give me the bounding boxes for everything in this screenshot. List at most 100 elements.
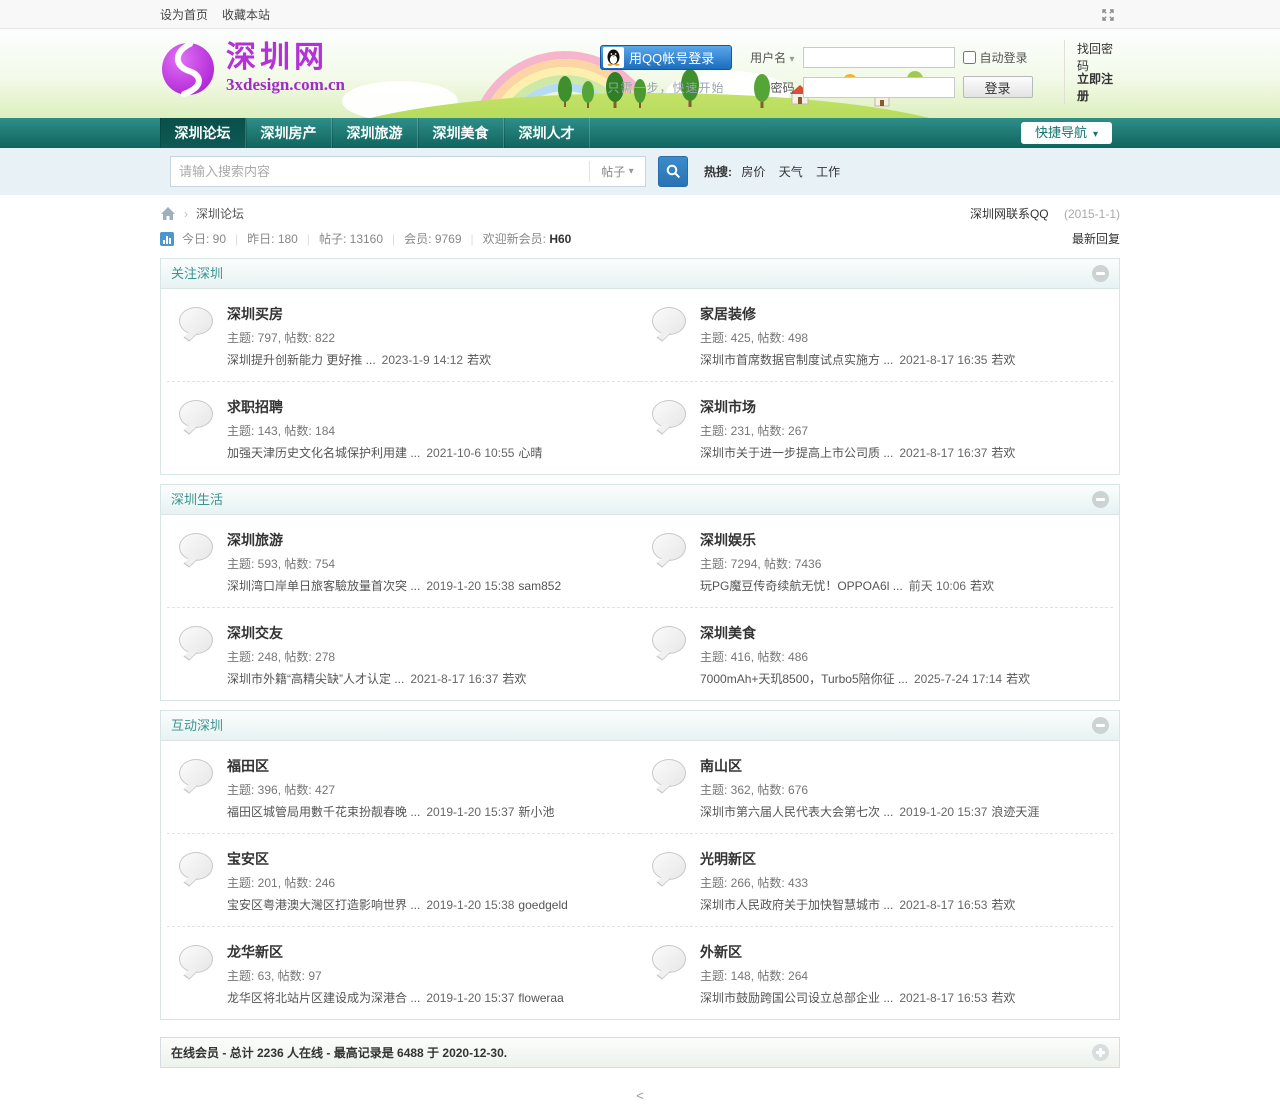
lastpost-user-link[interactable]: 若欢 [991,898,1015,912]
lastpost-user-link[interactable]: 若欢 [970,579,994,593]
site-logo[interactable]: 深圳网 3xdesign.com.cn [160,41,345,97]
speech-bubble-icon[interactable] [652,307,686,335]
collapse-icon[interactable] [1092,265,1109,282]
username-label[interactable]: 用户名 ▾ [748,49,795,66]
forum-link[interactable]: 光明新区 [700,849,756,869]
lastpost-title-link[interactable]: 宝安区粤港澳大灣区打造影响世界 ... [227,898,420,912]
forum-stats: 主题: 248, 帖数: 278 [227,648,526,665]
lastpost-title-link[interactable]: 深圳湾口岸单日旅客驗放量首次突 ... [227,579,420,593]
lastpost-user-link[interactable]: 若欢 [991,353,1015,367]
latest-reply-link[interactable]: 最新回复 [1072,230,1120,247]
forum-link[interactable]: 宝安区 [227,849,269,869]
speech-bubble-icon[interactable] [179,852,213,880]
forum-link[interactable]: 求职招聘 [227,397,283,417]
lastpost-title-link[interactable]: 福田区城管局用數千花束扮靓春晚 ... [227,805,420,819]
auto-login-checkbox[interactable] [963,51,976,64]
lastpost-user-link[interactable]: floweraa [518,991,563,1005]
forum-link[interactable]: 深圳市场 [700,397,756,417]
username-field[interactable] [803,47,955,68]
speech-bubble-icon[interactable] [652,759,686,787]
nav-item-food[interactable]: 深圳美食 [418,118,504,148]
speech-bubble-icon[interactable] [652,533,686,561]
speech-bubble-icon[interactable] [652,626,686,654]
bookmark-site-link[interactable]: 收藏本站 [222,6,270,23]
lastpost-user-link[interactable]: 若欢 [502,672,526,686]
collapse-icon[interactable] [1092,717,1109,734]
newest-member-link[interactable]: H60 [549,232,571,246]
lastpost-user-link[interactable]: 若欢 [467,353,491,367]
password-field[interactable] [803,77,955,98]
contact-qq-link[interactable]: 深圳网联系QQ [970,207,1049,221]
forum-link[interactable]: 南山区 [700,756,742,776]
forum-cell: 宝安区 主题: 201, 帖数: 246 宝安区粤港澳大灣区打造影响世界 ...… [167,833,640,926]
search-type-select[interactable]: 帖子 ▾ [589,161,645,182]
fullscreen-icon[interactable] [1100,7,1116,23]
speech-bubble-icon[interactable] [179,626,213,654]
lastpost-user-link[interactable]: 心晴 [518,446,542,460]
lastpost-title-link[interactable]: 深圳市第六届人民代表大会第七次 ... [700,805,893,819]
speech-bubble-icon[interactable] [179,307,213,335]
nav-item-housing[interactable]: 深圳房产 [246,118,332,148]
forum-link[interactable]: 深圳娱乐 [700,530,756,550]
register-link[interactable]: 立即注册 [1077,72,1113,103]
category-title-link[interactable]: 深圳生活 [171,485,223,515]
forum-link[interactable]: 深圳交友 [227,623,283,643]
collapse-icon[interactable] [1092,491,1109,508]
forum-link[interactable]: 家居装修 [700,304,756,324]
lastpost-user-link[interactable]: goedgeld [518,898,567,912]
speech-bubble-icon[interactable] [652,852,686,880]
lastpost-title-link[interactable]: 玩PG魔豆传奇续航无忧！OPPOA6l ... [700,579,903,593]
category-title-link[interactable]: 互动深圳 [171,711,223,741]
hot-keyword[interactable]: 天气 [779,165,803,179]
logo-mark-icon [160,41,216,97]
nav-item-talent[interactable]: 深圳人才 [504,118,590,148]
lastpost-title-link[interactable]: 深圳市首席数据官制度试点实施方 ... [700,353,893,367]
forum-link[interactable]: 龙华新区 [227,942,283,962]
forum-link[interactable]: 福田区 [227,756,269,776]
magnifier-icon [666,164,681,179]
forum-link[interactable]: 外新区 [700,942,742,962]
lastpost-title-link[interactable]: 深圳提升创新能力 更好推 ... [227,353,376,367]
search-button[interactable] [658,156,688,187]
nav-item-forum[interactable]: 深圳论坛 [160,118,246,148]
lastpost-title-link[interactable]: 深圳市鼓励跨国公司设立总部企业 ... [700,991,893,1005]
forum-link[interactable]: 深圳旅游 [227,530,283,550]
lastpost-title-link[interactable]: 加强天津历史文化名城保护利用建 ... [227,446,420,460]
hot-keyword[interactable]: 房价 [741,165,765,179]
lastpost-title-link[interactable]: 深圳市人民政府关于加快智慧城市 ... [700,898,893,912]
speech-bubble-icon[interactable] [652,945,686,973]
lastpost-user-link[interactable]: 若欢 [1006,672,1030,686]
lastpost-title-link[interactable]: 龙华区将北站片区建设成为深港合 ... [227,991,420,1005]
login-button[interactable]: 登录 [963,76,1033,98]
quick-nav-button[interactable]: 快捷导航▾ [1021,122,1112,144]
forum-link[interactable]: 深圳买房 [227,304,283,324]
lastpost-user-link[interactable]: 浪迹天涯 [991,805,1039,819]
hot-keyword[interactable]: 工作 [816,165,840,179]
lastpost-title-link[interactable]: 深圳市关于进一步提高上市公司质 ... [700,446,893,460]
lastpost-time: 前天 10:06 [909,579,966,593]
home-icon[interactable] [160,206,176,221]
speech-bubble-icon[interactable] [179,759,213,787]
forum-link[interactable]: 深圳美食 [700,623,756,643]
speech-bubble-icon[interactable] [179,945,213,973]
expand-icon[interactable] [1092,1044,1109,1061]
lastpost-title-link[interactable]: 7000mAh+天玑8500，Turbo5陪你征 ... [700,672,908,686]
speech-bubble-icon[interactable] [179,400,213,428]
lastpost-user-link[interactable]: 新小池 [518,805,554,819]
breadcrumb-current[interactable]: 深圳论坛 [196,205,244,222]
search-input[interactable] [171,164,589,179]
lastpost-user-link[interactable]: 若欢 [991,991,1015,1005]
speech-bubble-icon[interactable] [652,400,686,428]
forum-lastpost: 宝安区粤港澳大灣区打造影响世界 ...2019-1-20 15:38goedge… [227,896,568,913]
speech-bubble-icon[interactable] [179,533,213,561]
lastpost-time: 2019-1-20 15:37 [899,805,987,819]
set-homepage-link[interactable]: 设为首页 [160,6,208,23]
lastpost-user-link[interactable]: 若欢 [991,446,1015,460]
find-password-link[interactable]: 找回密码 [1077,42,1113,73]
nav-item-travel[interactable]: 深圳旅游 [332,118,418,148]
qq-login-button[interactable]: 用QQ帐号登录 [600,45,732,70]
lastpost-user-link[interactable]: sam852 [518,579,561,593]
category-title-link[interactable]: 关注深圳 [171,259,223,289]
lastpost-title-link[interactable]: 深圳市外籍“高精尖缺”人才认定 ... [227,672,404,686]
chevron-down-icon: ▾ [629,166,634,177]
